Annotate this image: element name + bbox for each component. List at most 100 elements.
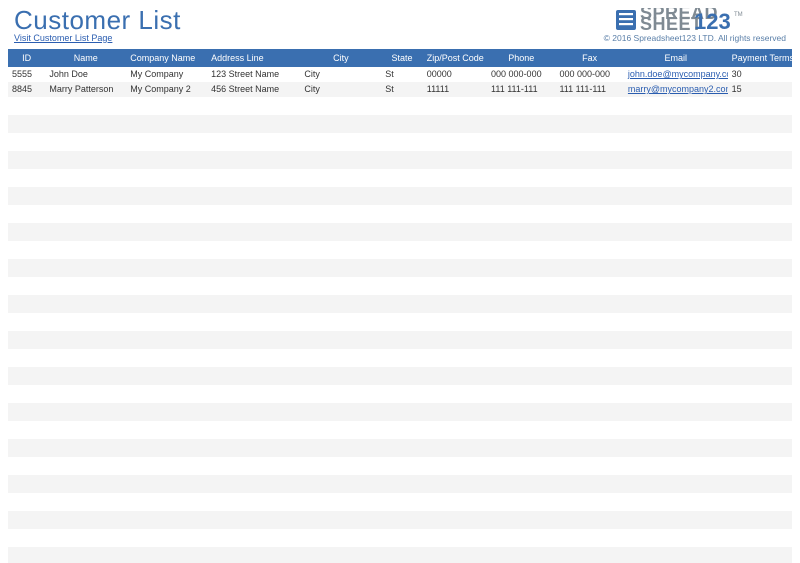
cell-empty xyxy=(45,385,126,403)
cell-empty xyxy=(207,367,300,385)
table-row[interactable] xyxy=(8,475,792,493)
cell-empty xyxy=(45,529,126,547)
cell-email[interactable]: john.doe@mycompany.com xyxy=(624,67,728,82)
table-row[interactable] xyxy=(8,529,792,547)
table-row[interactable] xyxy=(8,97,792,115)
table-row[interactable] xyxy=(8,277,792,295)
cell-empty xyxy=(300,115,381,133)
table-row[interactable] xyxy=(8,493,792,511)
cell-empty xyxy=(555,331,623,349)
cell-empty xyxy=(300,493,381,511)
table-row[interactable] xyxy=(8,385,792,403)
table-row[interactable] xyxy=(8,115,792,133)
cell-empty xyxy=(300,259,381,277)
cell-empty xyxy=(126,421,207,439)
cell-empty xyxy=(728,115,792,133)
cell-empty xyxy=(555,349,623,367)
cell-fax: 000 000-000 xyxy=(555,67,623,82)
cell-empty xyxy=(728,385,792,403)
cell-empty xyxy=(487,385,555,403)
table-body: 5555John DoeMy Company123 Street NameCit… xyxy=(8,67,792,563)
cell-empty xyxy=(728,295,792,313)
cell-empty xyxy=(45,331,126,349)
table-row[interactable]: 5555John DoeMy Company123 Street NameCit… xyxy=(8,67,792,82)
table-row[interactable] xyxy=(8,547,792,563)
table-row[interactable] xyxy=(8,439,792,457)
cell-empty xyxy=(126,151,207,169)
table-row[interactable] xyxy=(8,403,792,421)
cell-empty xyxy=(45,511,126,529)
cell-empty xyxy=(487,259,555,277)
table-row[interactable] xyxy=(8,457,792,475)
cell-empty xyxy=(381,133,422,151)
cell-empty xyxy=(555,385,623,403)
logo-text-num: 123 xyxy=(694,9,731,34)
cell-empty xyxy=(381,205,422,223)
customer-table: ID Name Company Name Address Line City S… xyxy=(8,49,792,563)
cell-empty xyxy=(381,151,422,169)
cell-empty xyxy=(555,133,623,151)
email-link[interactable]: marry@mycompany2.com xyxy=(628,84,728,94)
cell-empty xyxy=(624,493,728,511)
email-link[interactable]: john.doe@mycompany.com xyxy=(628,69,728,79)
table-row[interactable] xyxy=(8,187,792,205)
table-row[interactable] xyxy=(8,223,792,241)
cell-empty xyxy=(728,349,792,367)
table-row[interactable]: 8845Marry PattersonMy Company 2456 Stree… xyxy=(8,82,792,97)
table-row[interactable] xyxy=(8,349,792,367)
cell-empty xyxy=(207,151,300,169)
table-row[interactable] xyxy=(8,367,792,385)
table-row[interactable] xyxy=(8,511,792,529)
cell-email[interactable]: marry@mycompany2.com xyxy=(624,82,728,97)
cell-empty xyxy=(423,313,487,331)
col-company: Company Name xyxy=(126,49,207,67)
cell-empty xyxy=(423,97,487,115)
cell-city: City xyxy=(300,82,381,97)
cell-empty xyxy=(624,439,728,457)
cell-empty xyxy=(381,403,422,421)
cell-empty xyxy=(423,439,487,457)
cell-empty xyxy=(423,223,487,241)
table-row[interactable] xyxy=(8,241,792,259)
cell-empty xyxy=(207,403,300,421)
cell-empty xyxy=(728,529,792,547)
col-state: State xyxy=(381,49,422,67)
cell-empty xyxy=(126,223,207,241)
cell-empty xyxy=(300,241,381,259)
cell-empty xyxy=(423,529,487,547)
cell-empty xyxy=(423,403,487,421)
table-row[interactable] xyxy=(8,313,792,331)
cell-empty xyxy=(126,493,207,511)
cell-empty xyxy=(624,241,728,259)
cell-empty xyxy=(300,151,381,169)
cell-empty xyxy=(423,367,487,385)
cell-empty xyxy=(381,349,422,367)
page: Customer List SPREAD SHEET 123 TM Visit … xyxy=(0,0,800,563)
cell-city: City xyxy=(300,67,381,82)
col-city: City xyxy=(300,49,381,67)
table-row[interactable] xyxy=(8,421,792,439)
cell-empty xyxy=(8,169,45,187)
cell-empty xyxy=(126,169,207,187)
cell-empty xyxy=(381,529,422,547)
cell-empty xyxy=(126,367,207,385)
cell-empty xyxy=(423,547,487,563)
cell-name: John Doe xyxy=(45,67,126,82)
cell-empty xyxy=(45,475,126,493)
table-row[interactable] xyxy=(8,295,792,313)
table-row[interactable] xyxy=(8,169,792,187)
cell-empty xyxy=(624,187,728,205)
table-row[interactable] xyxy=(8,259,792,277)
cell-empty xyxy=(126,187,207,205)
table-row[interactable] xyxy=(8,151,792,169)
visit-customer-list-link[interactable]: Visit Customer List Page xyxy=(14,33,112,43)
cell-empty xyxy=(423,493,487,511)
table-row[interactable] xyxy=(8,205,792,223)
cell-empty xyxy=(207,187,300,205)
table-row[interactable] xyxy=(8,133,792,151)
cell-empty xyxy=(8,259,45,277)
table-row[interactable] xyxy=(8,331,792,349)
cell-empty xyxy=(555,547,623,563)
cell-empty xyxy=(8,133,45,151)
cell-empty xyxy=(300,403,381,421)
